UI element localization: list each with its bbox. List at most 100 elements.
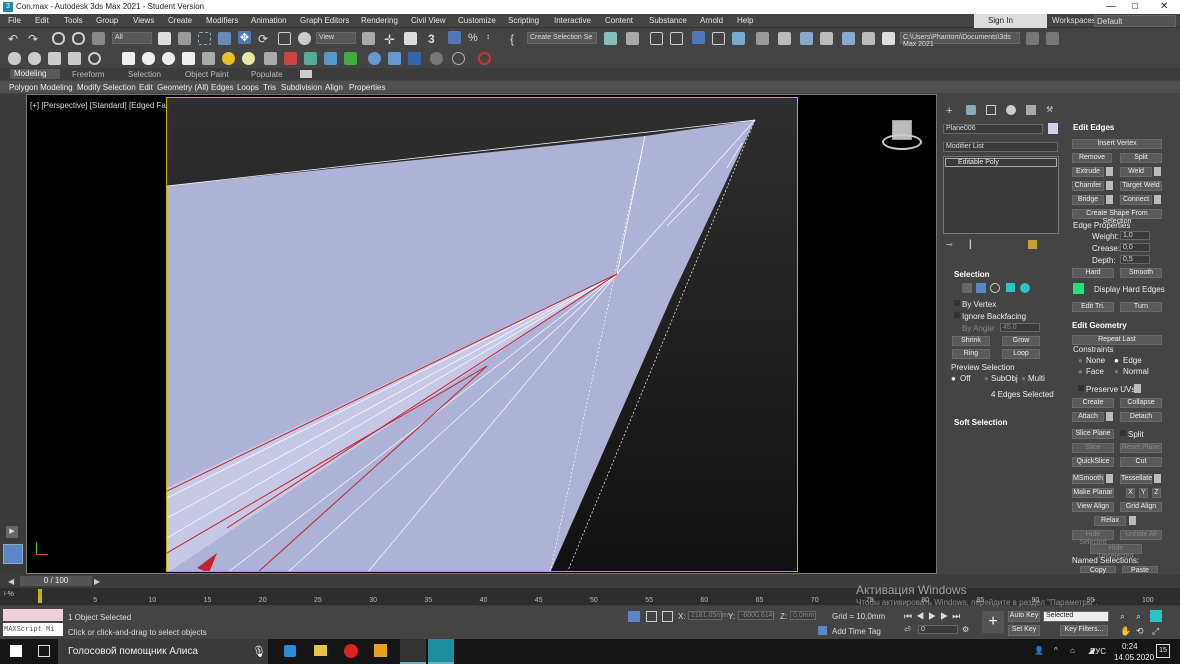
preview-off-radio[interactable]: ●	[951, 374, 956, 383]
zoom-icon[interactable]: ⌕	[1120, 611, 1125, 622]
insert-vertex-button[interactable]: Insert Vertex	[1072, 139, 1162, 149]
paste-button[interactable]: Paste	[1122, 566, 1158, 574]
show-end-result-icon[interactable]: ┃	[968, 240, 973, 249]
align-icon[interactable]	[626, 32, 639, 45]
view-align-button[interactable]: View Align	[1072, 502, 1114, 512]
menu-content[interactable]: Content	[605, 16, 633, 25]
vertex-mode-icon[interactable]	[962, 283, 972, 293]
bind-space-warp-icon[interactable]	[92, 32, 105, 45]
extrude-button[interactable]: Extrude	[1072, 167, 1104, 177]
tab-freeform[interactable]: Freeform	[72, 70, 104, 79]
select-by-name-icon[interactable]	[178, 32, 191, 45]
scene-explorer-icon[interactable]	[650, 32, 663, 45]
percent-snap-icon[interactable]: %	[468, 32, 481, 45]
edit-geometry-rollout-title[interactable]: Edit Geometry	[1072, 321, 1127, 330]
weld-settings-icon[interactable]	[1154, 167, 1161, 176]
unlink-icon[interactable]	[72, 32, 85, 45]
menu-customize[interactable]: Customize	[458, 16, 496, 25]
element-mode-icon[interactable]	[1020, 283, 1030, 293]
window-crossing-icon[interactable]	[218, 32, 231, 45]
attach-settings-icon[interactable]	[1106, 412, 1113, 421]
object-color-swatch[interactable]	[1048, 123, 1058, 134]
angle-snap-icon[interactable]	[448, 31, 461, 44]
pivot-center-icon[interactable]	[362, 32, 375, 45]
cone-icon[interactable]	[182, 52, 195, 65]
render-icon[interactable]	[408, 52, 421, 65]
norton-icon[interactable]	[374, 644, 387, 657]
modifier-list-dropdown[interactable]: Modifier List	[943, 142, 1058, 152]
add-time-tag[interactable]: Add Time Tag	[832, 627, 881, 636]
menu-civil-view[interactable]: Civil View	[411, 16, 446, 25]
maxscript-input[interactable]: MAXScript Mi	[3, 623, 63, 636]
preserve-uvs-settings-icon[interactable]	[1134, 384, 1141, 393]
edit-named-sel-icon[interactable]: {	[510, 32, 523, 46]
select-object-icon[interactable]	[158, 32, 171, 45]
ref-coord-dropdown[interactable]: View	[316, 32, 356, 44]
redo-icon[interactable]: ↷	[28, 32, 41, 46]
workspace-dropdown[interactable]: Default	[1094, 15, 1176, 27]
constraint-none-radio[interactable]: ●	[1078, 356, 1083, 365]
named-selection-dropdown[interactable]: Create Selection Se	[527, 32, 597, 44]
foliage-icon[interactable]	[344, 52, 357, 65]
preview-subobj-radio[interactable]: ●	[984, 374, 989, 383]
task-view-icon[interactable]	[38, 645, 50, 657]
hide-selected-button[interactable]: Hide Selected	[1072, 530, 1114, 546]
relax-button[interactable]: Relax	[1094, 516, 1126, 526]
start-icon[interactable]	[10, 645, 22, 657]
ribbon-edges[interactable]: Edges	[211, 83, 234, 92]
collapse-button[interactable]: Collapse	[1120, 398, 1162, 408]
viewcube-icon[interactable]	[882, 118, 922, 154]
stack-item-editable-poly[interactable]: Editable Poly	[945, 158, 1057, 167]
split-checkbox[interactable]	[1120, 430, 1126, 436]
mirror-icon[interactable]	[604, 32, 617, 45]
isolate-icon[interactable]	[628, 611, 640, 622]
tab-selection[interactable]: Selection	[128, 70, 161, 79]
menu-help[interactable]: Help	[737, 16, 753, 25]
weld-button[interactable]: Weld	[1120, 167, 1152, 177]
relax-settings-icon[interactable]	[1129, 516, 1136, 525]
placement-icon[interactable]	[298, 32, 311, 45]
yandex-icon[interactable]	[344, 644, 358, 658]
time-slider[interactable]: 0 / 100	[20, 576, 92, 586]
voice-assistant-search[interactable]: Голосовой помощник Алиса	[58, 639, 268, 664]
extrude-settings-icon[interactable]	[1106, 167, 1113, 176]
selection-lock-icon[interactable]	[646, 611, 657, 622]
ribbon-toggle-icon[interactable]	[300, 70, 312, 78]
sphere-icon[interactable]	[142, 52, 155, 65]
edge-browser-icon[interactable]	[284, 645, 296, 657]
spinner-snap-icon[interactable]: ↕	[486, 32, 499, 45]
key-mode-icon[interactable]: ⏎	[904, 625, 911, 634]
render-iterative-icon[interactable]	[862, 32, 875, 45]
edit-edges-rollout-title[interactable]: Edit Edges	[1073, 123, 1114, 132]
attach-button[interactable]: Attach	[1072, 412, 1104, 422]
spacewarp-icon[interactable]	[304, 52, 317, 65]
soft-selection-rollout-title[interactable]: Soft Selection	[954, 418, 1007, 427]
ribbon-properties[interactable]: Properties	[349, 83, 385, 92]
viewport-label[interactable]: [+] [Perspective] [Standard] [Edged Face…	[30, 101, 181, 110]
hierarchy-tab-icon[interactable]	[986, 105, 996, 115]
msmooth-settings-icon[interactable]	[1106, 474, 1113, 483]
zoom-all-icon[interactable]: ⌕	[1136, 611, 1141, 622]
create-shape-button[interactable]: Create Shape From Selection	[1072, 209, 1162, 225]
quickslice-button[interactable]: QuickSlice	[1072, 457, 1114, 467]
menu-modifiers[interactable]: Modifiers	[206, 16, 238, 25]
by-angle-spinner[interactable]: 45,0	[1000, 323, 1040, 332]
split-button[interactable]: Split	[1120, 153, 1162, 163]
helper-icon[interactable]	[284, 52, 297, 65]
object-name-field[interactable]: Plane006	[943, 124, 1043, 134]
camera-icon[interactable]	[202, 52, 215, 65]
motion-tab-icon[interactable]	[1006, 105, 1016, 115]
render-production-icon[interactable]	[820, 32, 833, 45]
slice-plane-button[interactable]: Slice Plane	[1072, 429, 1114, 439]
snap-3d-icon[interactable]: 3	[428, 32, 441, 46]
timeline-next-icon[interactable]: ▶	[94, 577, 100, 586]
msmooth-button[interactable]: MSmooth	[1072, 474, 1104, 484]
keyboard-shortcut-icon[interactable]	[404, 32, 417, 45]
move-icon[interactable]: ✥	[238, 31, 251, 44]
tab-modeling[interactable]: Modeling	[10, 69, 60, 79]
ribbon-loops[interactable]: Loops	[237, 83, 259, 92]
set-key-big-icon[interactable]: +	[982, 611, 1004, 633]
reset-plane-button[interactable]: Reset Plane	[1120, 443, 1162, 453]
scale-icon[interactable]	[278, 32, 291, 45]
link-icon[interactable]	[52, 32, 65, 45]
